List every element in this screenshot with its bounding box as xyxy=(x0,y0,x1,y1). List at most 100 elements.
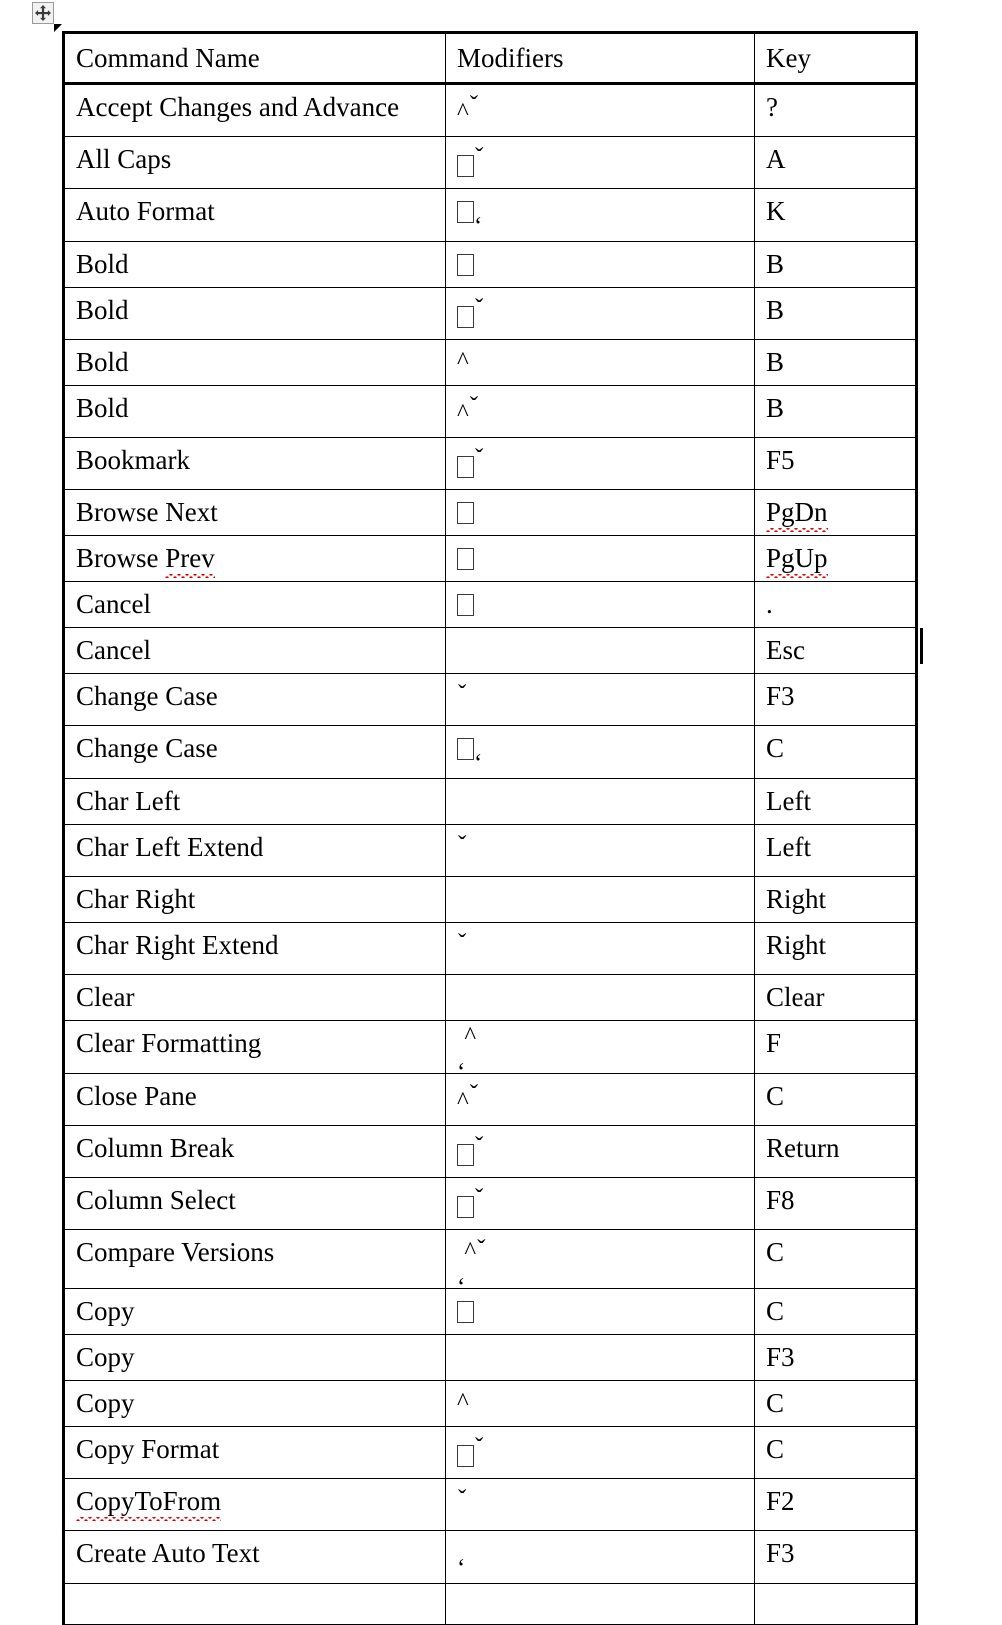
cell-modifiers[interactable] xyxy=(445,627,755,674)
cell-command-name[interactable]: Clear Formatting xyxy=(62,1020,446,1074)
cell-key[interactable]: F xyxy=(754,1020,918,1074)
table-row[interactable]: Compare Versions ʻ ^ˇ C xyxy=(62,1229,918,1289)
table-row[interactable]: Change Case ˇ F3 xyxy=(62,673,918,726)
table-row[interactable]: Close Pane ^ˇ C xyxy=(62,1073,918,1126)
cell-command-name[interactable]: Change Case xyxy=(62,725,446,779)
cell-command-name[interactable]: Cancel xyxy=(62,627,446,674)
table-row[interactable]: Bold ^ˇ B xyxy=(62,385,918,438)
table-row[interactable]: Browse Next PgDn xyxy=(62,489,918,536)
cell-modifiers[interactable]: ʻ xyxy=(445,188,755,242)
table-row[interactable]: Char Left Extend ˇ Left xyxy=(62,824,918,877)
cell-modifiers[interactable]: ˇ xyxy=(445,673,755,726)
table-row[interactable]: CopyToFrom ˇ F2 xyxy=(62,1478,918,1531)
table-row[interactable]: Copy ^ C xyxy=(62,1380,918,1427)
table-row[interactable]: Bold ˇ B xyxy=(62,287,918,340)
cell-modifiers[interactable]: ^ xyxy=(445,339,755,386)
cell-key[interactable]: C xyxy=(754,1229,918,1289)
cell-key[interactable]: C xyxy=(754,1073,918,1126)
cell-command-name[interactable]: Copy xyxy=(62,1380,446,1427)
table-row[interactable]: Copy Format ˇ C xyxy=(62,1426,918,1479)
cell-modifiers[interactable]: ˇ xyxy=(445,136,755,189)
cell-command-name[interactable]: Compare Versions xyxy=(62,1229,446,1289)
table-row[interactable]: Accept Changes and Advance ^ˇ? xyxy=(62,83,918,137)
cell-command-name[interactable]: Copy xyxy=(62,1288,446,1335)
cell-modifiers[interactable] xyxy=(445,1583,755,1625)
cell-command-name[interactable]: CopyToFrom xyxy=(62,1478,446,1531)
cell-command-name[interactable]: Copy Format xyxy=(62,1426,446,1479)
cell-command-name[interactable]: All Caps xyxy=(62,136,446,189)
cell-key[interactable]: C xyxy=(754,1288,918,1335)
cell-modifiers[interactable] xyxy=(445,581,755,628)
cell-command-name[interactable]: Browse Prev xyxy=(62,535,446,582)
cell-key[interactable]: B xyxy=(754,241,918,288)
cell-key[interactable]: Right xyxy=(754,922,918,975)
cell-command-name[interactable]: Column Break xyxy=(62,1125,446,1178)
cell-modifiers[interactable]: ʻ xyxy=(445,1530,755,1584)
cell-modifiers[interactable]: ʻ ^ˇ xyxy=(445,1229,755,1289)
cell-modifiers[interactable]: ʻ xyxy=(445,725,755,779)
cell-modifiers[interactable]: ˇ xyxy=(445,1177,755,1230)
cell-command-name[interactable]: Bold xyxy=(62,339,446,386)
cell-modifiers[interactable]: ˇ xyxy=(445,1125,755,1178)
cell-command-name[interactable]: Bold xyxy=(62,385,446,438)
table-row[interactable]: Column Select ˇ F8 xyxy=(62,1177,918,1230)
cell-key[interactable]: F3 xyxy=(754,1334,918,1381)
cell-key[interactable]: A xyxy=(754,136,918,189)
cell-modifiers[interactable]: ^ xyxy=(445,1380,755,1427)
cell-command-name[interactable]: Bold xyxy=(62,287,446,340)
table-row[interactable]: Clear Clear xyxy=(62,974,918,1021)
table-row[interactable]: Cancel Esc xyxy=(62,627,918,674)
table-row[interactable]: Auto Format ʻ K xyxy=(62,188,918,242)
cell-key[interactable]: PgDn xyxy=(754,489,918,536)
table-row[interactable]: Create Auto Text ʻ F3 xyxy=(62,1530,918,1584)
cell-modifiers[interactable] xyxy=(445,1334,755,1381)
table-row[interactable]: Bookmark ˇ F5 xyxy=(62,437,918,490)
cell-command-name[interactable]: Close Pane xyxy=(62,1073,446,1126)
cell-key[interactable]: K xyxy=(754,188,918,242)
cell-command-name[interactable]: Char Right Extend xyxy=(62,922,446,975)
table-row[interactable]: Char Right Right xyxy=(62,876,918,923)
cell-command-name[interactable]: Clear xyxy=(62,974,446,1021)
cell-command-name[interactable]: Cancel xyxy=(62,581,446,628)
cell-modifiers[interactable] xyxy=(445,974,755,1021)
table-row[interactable]: Cancel. xyxy=(62,581,918,628)
cell-key[interactable]: C xyxy=(754,1380,918,1427)
cell-modifiers[interactable] xyxy=(445,535,755,582)
cell-modifiers[interactable] xyxy=(445,489,755,536)
cell-key[interactable]: F3 xyxy=(754,1530,918,1584)
table-row[interactable]: All Caps ˇ A xyxy=(62,136,918,189)
cell-command-name[interactable]: Change Case xyxy=(62,673,446,726)
table-row[interactable]: Bold B xyxy=(62,241,918,288)
cell-command-name[interactable]: Bold xyxy=(62,241,446,288)
cell-modifiers[interactable] xyxy=(445,1288,755,1335)
cell-command-name[interactable]: Browse Next xyxy=(62,489,446,536)
table-row[interactable]: Browse Prev PgUp xyxy=(62,535,918,582)
table-row[interactable]: Clear Formatting ʻ^ F xyxy=(62,1020,918,1074)
cell-modifiers[interactable]: ˇ xyxy=(445,287,755,340)
cell-key[interactable]: . xyxy=(754,581,918,628)
cell-modifiers[interactable]: ˇ xyxy=(445,1478,755,1531)
table-row[interactable]: Column Break ˇ Return xyxy=(62,1125,918,1178)
cell-key[interactable]: Right xyxy=(754,876,918,923)
table-row[interactable]: Copy F3 xyxy=(62,1334,918,1381)
cell-modifiers[interactable]: ˇ xyxy=(445,1426,755,1479)
cell-key[interactable]: Esc xyxy=(754,627,918,674)
cell-key[interactable]: Clear xyxy=(754,974,918,1021)
cell-command-name[interactable]: Char Left xyxy=(62,778,446,825)
keyboard-shortcuts-table[interactable]: Command Name Modifiers Key Accept Change… xyxy=(62,31,918,1625)
cell-modifiers[interactable]: ^ˇ xyxy=(445,385,755,438)
cell-key[interactable]: Left xyxy=(754,778,918,825)
cell-key[interactable]: F5 xyxy=(754,437,918,490)
cell-key[interactable]: Left xyxy=(754,824,918,877)
cell-command-name[interactable]: Auto Format xyxy=(62,188,446,242)
table-row[interactable]: Char Right Extend ˇ Right xyxy=(62,922,918,975)
cell-key[interactable]: Return xyxy=(754,1125,918,1178)
cell-key[interactable]: C xyxy=(754,1426,918,1479)
cell-modifiers[interactable] xyxy=(445,876,755,923)
cell-modifiers[interactable]: ^ˇ xyxy=(445,1073,755,1126)
cell-key[interactable]: C xyxy=(754,725,918,779)
cell-command-name[interactable]: Create Auto Text xyxy=(62,1530,446,1584)
cell-modifiers[interactable]: ʻ^ xyxy=(445,1020,755,1074)
table-row[interactable]: Bold ^ B xyxy=(62,339,918,386)
cell-command-name[interactable]: Column Select xyxy=(62,1177,446,1230)
